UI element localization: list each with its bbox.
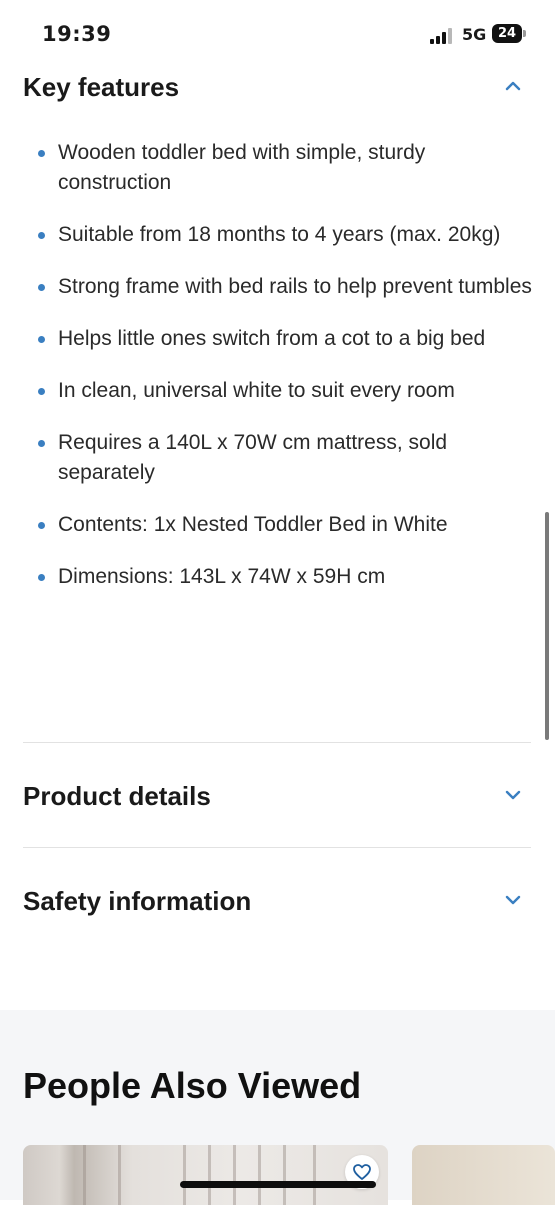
status-time: 19:39	[42, 22, 112, 46]
feature-item: Helps little ones switch from a cot to a…	[36, 324, 536, 354]
feature-text: Strong frame with bed rails to help prev…	[58, 275, 532, 298]
feature-item: Suitable from 18 months to 4 years (max.…	[36, 220, 536, 250]
feature-item: Requires a 140L x 70W cm mattress, sold …	[36, 428, 536, 488]
feature-text: Suitable from 18 months to 4 years (max.…	[58, 223, 501, 246]
feature-text: Contents: 1x Nested Toddler Bed in White	[58, 513, 448, 536]
safety-information-header[interactable]: Safety information	[23, 882, 533, 922]
scrollbar[interactable]	[545, 512, 549, 740]
status-bar: 19:39 5G 24	[0, 0, 555, 70]
bullet-icon	[38, 284, 45, 291]
chevron-down-icon[interactable]	[503, 785, 523, 805]
feature-item: Contents: 1x Nested Toddler Bed in White	[36, 510, 536, 540]
chevron-up-icon[interactable]	[503, 76, 523, 96]
bullet-icon	[38, 574, 45, 581]
bullet-icon	[38, 440, 45, 447]
key-features-list: Wooden toddler bed with simple, sturdy c…	[36, 138, 536, 614]
key-features-title: Key features	[23, 72, 180, 102]
feature-item: In clean, universal white to suit every …	[36, 376, 536, 406]
product-card-image[interactable]	[412, 1145, 555, 1205]
battery-level: 24	[497, 26, 517, 41]
feature-item: Wooden toddler bed with simple, sturdy c…	[36, 138, 536, 198]
network-type: 5G	[462, 25, 487, 44]
key-features-header[interactable]: Key features	[23, 68, 533, 108]
bullet-icon	[38, 388, 45, 395]
battery-icon: 24	[492, 24, 526, 43]
feature-text: In clean, universal white to suit every …	[58, 379, 455, 402]
feature-item: Strong frame with bed rails to help prev…	[36, 272, 536, 302]
feature-text: Wooden toddler bed with simple, sturdy c…	[58, 141, 426, 194]
bullet-icon	[38, 150, 45, 157]
bullet-icon	[38, 522, 45, 529]
safety-information-title: Safety information	[23, 886, 252, 916]
heart-icon	[353, 1164, 371, 1180]
feature-text: Helps little ones switch from a cot to a…	[58, 327, 486, 350]
product-card-image[interactable]	[23, 1145, 388, 1205]
bullet-icon	[38, 336, 45, 343]
divider	[23, 847, 531, 848]
product-details-header[interactable]: Product details	[23, 777, 533, 817]
signal-strength-icon	[430, 28, 456, 44]
feature-text: Dimensions: 143L x 74W x 59H cm	[58, 565, 386, 588]
feature-text: Requires a 140L x 70W cm mattress, sold …	[58, 431, 448, 484]
chevron-down-icon[interactable]	[503, 890, 523, 910]
bullet-icon	[38, 232, 45, 239]
divider	[23, 742, 531, 743]
product-details-title: Product details	[23, 781, 211, 811]
home-indicator[interactable]	[180, 1181, 376, 1188]
people-also-viewed-title: People Also Viewed	[23, 1065, 362, 1106]
feature-item: Dimensions: 143L x 74W x 59H cm	[36, 562, 536, 592]
